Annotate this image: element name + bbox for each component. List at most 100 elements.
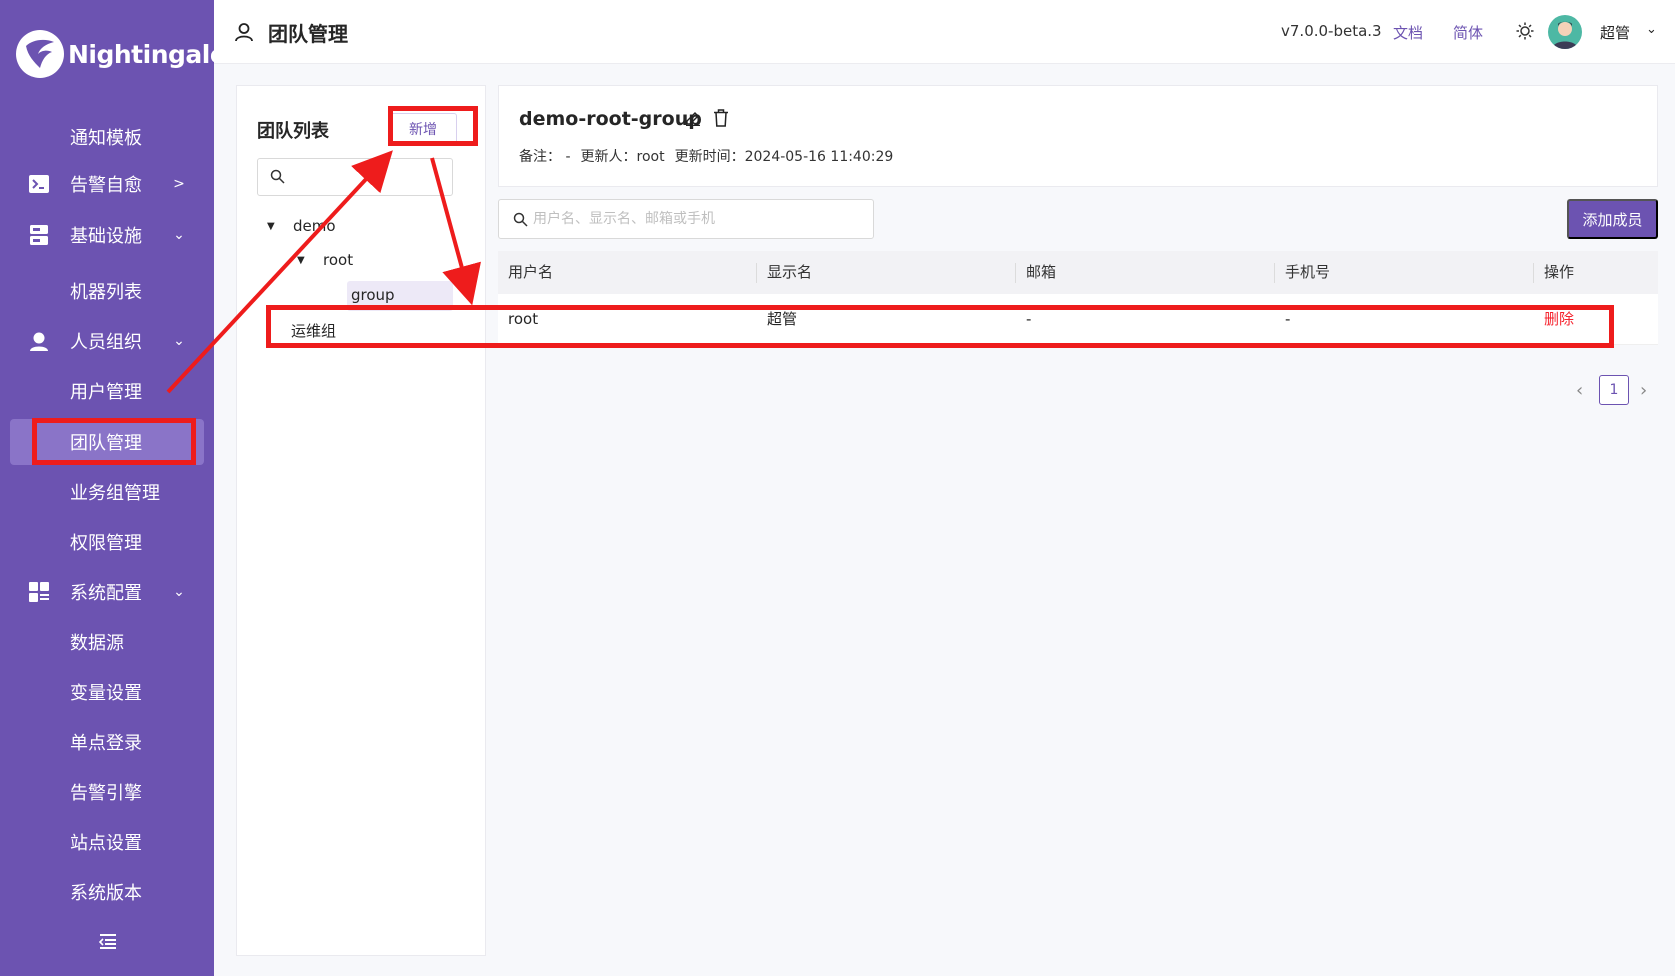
sidebar-item-business-groups[interactable]: 业务组管理 — [0, 469, 214, 515]
sidebar-item-system-version[interactable]: 系统版本 — [0, 869, 214, 915]
tree-node-group[interactable]: group — [351, 280, 395, 310]
sidebar-item-sso[interactable]: 单点登录 — [0, 719, 214, 765]
sidebar-item-label: 通知模板 — [70, 128, 142, 149]
member-search-input[interactable] — [533, 208, 863, 230]
updated-value: 2024-05-16 11:40:29 — [744, 149, 894, 165]
team-search-input[interactable] — [257, 158, 453, 196]
trash-icon[interactable] — [713, 109, 729, 131]
user-name[interactable]: 超管 — [1600, 22, 1630, 43]
user-icon — [28, 330, 50, 352]
sidebar-item-system-config[interactable]: 系统配置 ⌄ — [0, 569, 214, 615]
column-header-actions: 操作 — [1544, 263, 1575, 281]
delete-member-link[interactable]: 删除 — [1534, 294, 1658, 345]
updater-value: root — [636, 149, 665, 165]
sidebar-item-datasource[interactable]: 数据源 — [0, 619, 214, 665]
sidebar-item-label: 系统配置 — [70, 583, 142, 604]
sidebar-item-label: 团队管理 — [70, 433, 142, 454]
updated-label: 更新时间： — [674, 149, 745, 165]
sidebar-item-alert-engine[interactable]: 告警引擎 — [0, 769, 214, 815]
sidebar-item-users[interactable]: 用户管理 — [0, 368, 214, 414]
sidebar-item-machines[interactable]: 机器列表 — [0, 268, 214, 314]
sidebar-item-label: 用户管理 — [70, 382, 142, 403]
team-meta: 备注： - 更新人：root 更新时间：2024-05-16 11:40:29 — [519, 146, 893, 166]
server-icon — [28, 224, 50, 246]
sidebar-item-site-settings[interactable]: 站点设置 — [0, 819, 214, 865]
sidebar-item-teams[interactable]: 团队管理 — [0, 419, 214, 465]
sidebar-item-people-org[interactable]: 人员组织 ⌄ — [0, 318, 214, 364]
search-icon — [513, 212, 528, 231]
terminal-icon — [28, 173, 50, 195]
sidebar-item-infrastructure[interactable]: 基础设施 ⌄ — [0, 212, 214, 258]
cell-email: - — [1026, 310, 1032, 328]
add-member-button[interactable]: 添加成员 — [1567, 199, 1658, 239]
tree-node-root[interactable]: ▼ root — [297, 245, 353, 275]
edit-icon[interactable] — [685, 110, 701, 130]
search-icon — [270, 169, 285, 188]
column-header-phone: 手机号 — [1275, 251, 1534, 294]
avatar[interactable] — [1548, 15, 1582, 49]
chevron-down-icon: ⌄ — [173, 584, 185, 600]
brand-name: Nightingale — [68, 39, 227, 69]
tree-node-demo[interactable]: ▼ demo — [267, 211, 336, 241]
table-header: 用户名 显示名 邮箱 手机号 操作 — [498, 251, 1658, 294]
page-title: 团队管理 — [268, 22, 348, 46]
language-switch[interactable]: 简体 — [1453, 22, 1483, 43]
team-list-panel: 团队列表 新增 ▼ demo ▼ root group 运维组 — [236, 85, 486, 956]
caret-down-icon[interactable]: ▼ — [267, 221, 281, 232]
chevron-down-icon[interactable]: ⌄ — [1646, 22, 1657, 37]
tree-node-label: demo — [293, 217, 336, 235]
sidebar-item-label: 数据源 — [70, 633, 124, 654]
sidebar-item-label: 告警自愈 — [70, 175, 142, 196]
sidebar-item-permissions[interactable]: 权限管理 — [0, 519, 214, 565]
chevron-down-icon: ⌄ — [173, 333, 185, 349]
note-value: - — [565, 149, 571, 165]
updater-field: 更新人：root — [581, 146, 665, 166]
sidebar: Nightingale 通知模板 告警自愈 > 基础设施 ⌄ 机器列表 人员组织… — [0, 0, 227, 976]
version-label: v7.0.0-beta.3 — [1281, 22, 1382, 40]
add-team-button[interactable]: 新增 — [389, 113, 457, 145]
sidebar-item-label: 系统版本 — [70, 883, 142, 904]
table-row: root 超管 - - 删除 — [498, 294, 1658, 345]
tree-node-ops-group[interactable]: 运维组 — [291, 315, 336, 345]
sidebar-item-variables[interactable]: 变量设置 — [0, 669, 214, 715]
sidebar-item-alert-self-heal[interactable]: 告警自愈 > — [0, 161, 214, 207]
cell-phone: - — [1285, 310, 1291, 328]
sidebar-item-label: 告警引擎 — [70, 783, 142, 804]
brand-logo[interactable]: Nightingale — [16, 26, 227, 82]
docs-link[interactable]: 文档 — [1393, 22, 1423, 43]
member-search-box — [498, 199, 874, 239]
chevron-down-icon: ⌄ — [173, 227, 185, 243]
user-outline-icon — [234, 22, 254, 46]
sidebar-item-label: 基础设施 — [70, 226, 142, 247]
pagination-next-icon[interactable]: › — [1640, 380, 1647, 401]
menu-collapse-icon[interactable] — [97, 930, 119, 952]
updated-time-field: 更新时间：2024-05-16 11:40:29 — [675, 146, 894, 166]
caret-down-icon[interactable]: ▼ — [297, 255, 311, 266]
team-detail-card: demo-root-group 备注： - 更新人：root 更新时间：2024… — [498, 85, 1658, 187]
sidebar-item-label: 变量设置 — [70, 683, 142, 704]
tree-node-label: root — [323, 251, 354, 269]
team-name: demo-root-group — [519, 108, 702, 130]
sidebar-item-label: 业务组管理 — [70, 483, 160, 504]
grid-icon — [28, 581, 50, 603]
sun-icon[interactable] — [1516, 22, 1534, 44]
sidebar-item-notify-template[interactable]: 通知模板 — [0, 114, 214, 160]
nightingale-logo-icon — [16, 30, 64, 78]
column-header-username: 用户名 — [498, 251, 757, 294]
sidebar-item-label: 单点登录 — [70, 733, 142, 754]
members-table: 用户名 显示名 邮箱 手机号 操作 root 超管 - - 删除 — [498, 251, 1658, 345]
column-header-display-name: 显示名 — [757, 251, 1016, 294]
sidebar-item-label: 站点设置 — [70, 833, 142, 854]
chevron-right-icon: > — [173, 176, 185, 192]
tree-node-label: 运维组 — [291, 321, 337, 340]
sidebar-item-label: 人员组织 — [70, 332, 142, 353]
column-header-email: 邮箱 — [1016, 251, 1275, 294]
sidebar-item-label: 权限管理 — [70, 533, 142, 554]
sidebar-item-label: 机器列表 — [70, 282, 142, 303]
updater-label: 更新人： — [580, 149, 637, 165]
pagination-page[interactable]: 1 — [1599, 375, 1629, 405]
team-list-title: 团队列表 — [257, 121, 329, 142]
note-label: 备注： — [519, 149, 561, 165]
pagination-prev-icon[interactable]: ‹ — [1576, 380, 1583, 401]
cell-display-name: 超管 — [767, 310, 798, 328]
